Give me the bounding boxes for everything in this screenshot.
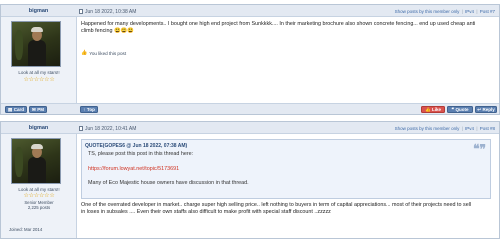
quote-block: QUOTE(GOPES6 @ Jun 18 2022, 07:38 AM) ❝❞…	[81, 139, 491, 199]
post-date-text: Jun 18 2022, 10:41 AM	[85, 125, 137, 132]
arrow-up-icon: ↑	[83, 107, 86, 112]
post-footer: ▤ Card ✉ PM ↑ Top 👍 Like ❝ Quote ↩ Reply	[1, 103, 499, 114]
post-number-link[interactable]: Post #7	[480, 9, 495, 14]
post-body-line: climb fencing 😩😩😩	[81, 28, 135, 34]
quote-button[interactable]: ❝ Quote	[447, 106, 473, 113]
post-meta: Show posts by this member only | IPv4 | …	[394, 125, 495, 131]
mail-icon: ✉	[31, 106, 36, 112]
post-body: One of the overrated developer in market…	[81, 202, 493, 216]
user-info: Look at all my stars!! ☆☆☆☆☆☆	[1, 17, 77, 114]
reply-icon: ↩	[477, 106, 481, 112]
thumbs-up-icon: 👍	[424, 106, 431, 112]
like-button[interactable]: 👍 Like	[421, 106, 445, 113]
post-date: Jun 18 2022, 10:41 AM	[79, 126, 136, 132]
ipv4-link[interactable]: IPv4	[465, 9, 474, 14]
author-name[interactable]: bigman	[1, 125, 76, 131]
quote-link[interactable]: https://forum.lowyat.net/topic/5173691	[88, 166, 179, 172]
post-body-line: in loses in subsales .... Even their own…	[81, 209, 331, 215]
star-rating: ☆☆☆☆☆☆	[23, 77, 55, 83]
document-icon	[79, 9, 83, 14]
post-date-text: Jun 18 2022, 10:38 AM	[85, 8, 137, 15]
star-rating: ☆☆☆☆☆☆	[23, 193, 55, 199]
liked-indicator: 👍 You liked this post	[81, 50, 126, 56]
post-8: bigman Jun 18 2022, 10:41 AM Show posts …	[0, 121, 500, 239]
user-info: Look at all my stars!! ☆☆☆☆☆☆ Senior Mem…	[1, 134, 77, 238]
post-body-line: Happened for many developments.. I bough…	[81, 21, 476, 27]
top-button[interactable]: ↑ Top	[80, 106, 98, 113]
avatar[interactable]	[11, 21, 61, 67]
card-button[interactable]: ▤ Card	[5, 106, 27, 113]
document-icon	[79, 126, 83, 131]
post-date: Jun 18 2022, 10:38 AM	[79, 9, 136, 15]
liked-text: You liked this post	[89, 50, 127, 56]
post-number-link[interactable]: Post #8	[480, 126, 495, 131]
post-body: Happened for many developments.. I bough…	[81, 21, 493, 35]
thumbs-up-icon: 👍	[81, 50, 88, 56]
joined-date: Joined: Mar 2014	[9, 227, 43, 232]
post-header: bigman Jun 18 2022, 10:41 AM Show posts …	[1, 122, 499, 134]
ipv4-link[interactable]: IPv4	[465, 126, 474, 131]
quote-text: TS, please post this post in this thread…	[88, 151, 194, 157]
post-body-line: One of the overrated developer in market…	[81, 202, 472, 208]
quote-mark-icon: ❝❞	[473, 142, 486, 156]
user-title: Look at all my stars!!	[18, 70, 60, 75]
post-header: bigman Jun 18 2022, 10:38 AM Show posts …	[1, 5, 499, 17]
post-7: bigman Jun 18 2022, 10:38 AM Show posts …	[0, 4, 500, 115]
show-posts-link[interactable]: Show posts by this member only	[395, 126, 460, 131]
post-meta: Show posts by this member only | IPv4 | …	[394, 8, 495, 14]
quote-icon: ❝	[451, 106, 454, 112]
quote-header: QUOTE(GOPES6 @ Jun 18 2022, 07:38 AM)	[85, 143, 188, 149]
reply-button[interactable]: ↩ Reply	[475, 106, 497, 113]
post-count: 2,225 posts	[27, 205, 51, 210]
quote-text: Many of Eco Majestic house owners have d…	[88, 180, 249, 186]
avatar[interactable]	[11, 138, 61, 184]
card-icon: ▤	[7, 106, 13, 112]
show-posts-link[interactable]: Show posts by this member only	[395, 9, 460, 14]
author-name[interactable]: bigman	[1, 8, 76, 14]
pm-button[interactable]: ✉ PM	[29, 106, 47, 113]
